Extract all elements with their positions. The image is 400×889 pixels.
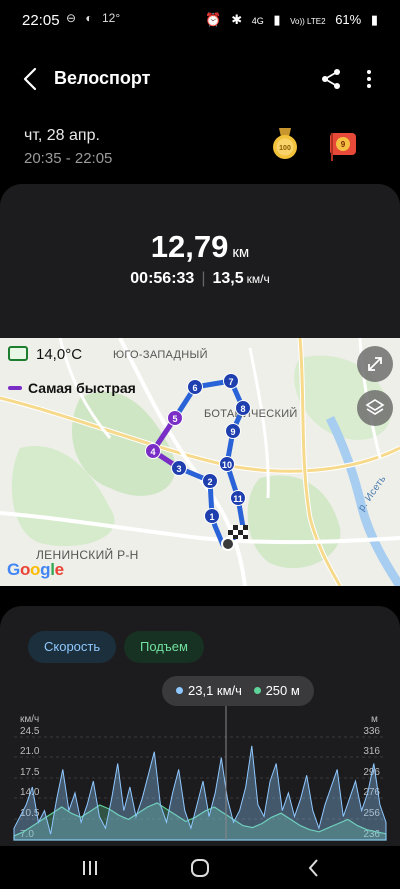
page-title: Велоспорт [54, 68, 151, 88]
svg-text:9: 9 [341, 140, 346, 149]
y-tick-label: 24.5 [20, 726, 40, 737]
weather-icon [8, 346, 28, 361]
layers-icon [365, 399, 385, 415]
google-logo: Google [7, 560, 64, 579]
bluetooth-icon: ✱ [231, 12, 243, 27]
navigation-bar [0, 846, 400, 889]
weather: 14,0°C [8, 346, 82, 363]
y-tick-label: 21.0 [20, 746, 40, 757]
route-waypoint[interactable]: 9 [225, 423, 241, 439]
avg-speed-value: 13,5 [212, 270, 244, 287]
road [248, 347, 270, 499]
recents-icon[interactable] [78, 856, 102, 880]
park-area [247, 475, 341, 569]
arrow-back-icon[interactable] [20, 66, 42, 92]
y2-tick-label: 336 [363, 726, 380, 737]
carrier-label: Vo)) LTE2 [290, 17, 326, 26]
route-waypoint[interactable]: 5 [167, 410, 183, 426]
app-bar: Велоспорт [0, 56, 400, 102]
dnd-icon: ⊖ [66, 11, 77, 25]
chart-card: Скорость Подъем 23,1 км/ч 250 м км/ч м 2… [0, 606, 400, 846]
stats-separator: | [201, 270, 206, 287]
share-icon[interactable] [320, 68, 342, 90]
medal-100-icon[interactable]: 100 [270, 128, 300, 162]
battery-percent: 61% [335, 12, 362, 27]
workout-time-range: 20:35 - 22:05 [24, 150, 113, 167]
speed-elevation-chart[interactable]: 24.533621.031617.529614.027610.52567.023… [0, 606, 400, 846]
status-bar: 22:05 ⊖ ◐ 12° ⏰ ✱ 4G ▮ Vo)) LTE2 61% ▮ [0, 0, 400, 40]
status-right-icons: ⏰ ✱ 4G ▮ Vo)) LTE2 61% ▮ [199, 12, 378, 28]
svg-text:100: 100 [279, 145, 291, 152]
y-tick-label: 17.5 [20, 767, 40, 778]
route-waypoint[interactable]: 1 [204, 508, 220, 524]
flag-badge-icon[interactable]: 9 [328, 130, 358, 162]
status-left-icons: ⊖ ◐ 12° [66, 11, 126, 25]
home-icon[interactable] [188, 856, 212, 880]
legend-swatch [8, 386, 22, 390]
nav-back-icon[interactable] [302, 856, 326, 880]
workout-date: чт, 28 апр. [24, 127, 100, 144]
map-legend: Самая быстрая [8, 380, 136, 396]
route-waypoint[interactable]: 2 [202, 473, 218, 489]
route-waypoint[interactable]: 10 [219, 456, 235, 472]
route-waypoint[interactable]: 3 [171, 460, 187, 476]
alarm-icon: ⏰ [205, 12, 222, 27]
route-map[interactable]: 14,0°C Самая быстрая ЮГО-ЗАПАДНЫЙ БОТАНИ… [0, 338, 400, 586]
status-temperature: 12° [102, 11, 121, 25]
y2-tick-label: 316 [363, 746, 380, 757]
sync-icon: ◐ [85, 11, 93, 25]
route-waypoint[interactable]: 7 [223, 373, 239, 389]
legend-fastest: Самая быстрая [28, 380, 136, 396]
distance-unit: км [232, 244, 250, 261]
route-waypoint[interactable]: 11 [230, 490, 246, 506]
speed-area [13, 745, 387, 841]
route-waypoint[interactable]: 4 [145, 443, 161, 459]
network-label: 4G [251, 16, 264, 26]
signal-icon: ▮ [273, 12, 281, 27]
weather-temp: 14,0°C [36, 346, 83, 363]
status-time: 22:05 [22, 12, 60, 29]
distance: 12,79 км [0, 229, 400, 265]
avg-speed-unit: км/ч [246, 272, 270, 286]
sub-stats: 00:56:33 | 13,5 км/ч [0, 270, 400, 288]
summary-card: 12,79 км 00:56:33 | 13,5 км/ч [0, 184, 400, 338]
duration: 00:56:33 [130, 270, 195, 287]
finish-flag-icon[interactable] [219, 522, 253, 552]
map-label-district: БОТАНИЧЕСКИЙ [204, 408, 298, 420]
more-vertical-icon[interactable] [358, 68, 380, 90]
layers-button[interactable] [357, 390, 393, 426]
route-waypoint[interactable]: 6 [187, 379, 203, 395]
map-label-district: ЮГО-ЗАПАДНЫЙ [113, 349, 208, 361]
route-waypoint[interactable]: 8 [235, 400, 251, 416]
expand-icon [368, 357, 382, 371]
battery-icon: ▮ [370, 12, 378, 27]
fullscreen-button[interactable] [357, 346, 393, 382]
distance-value: 12,79 [150, 229, 229, 264]
